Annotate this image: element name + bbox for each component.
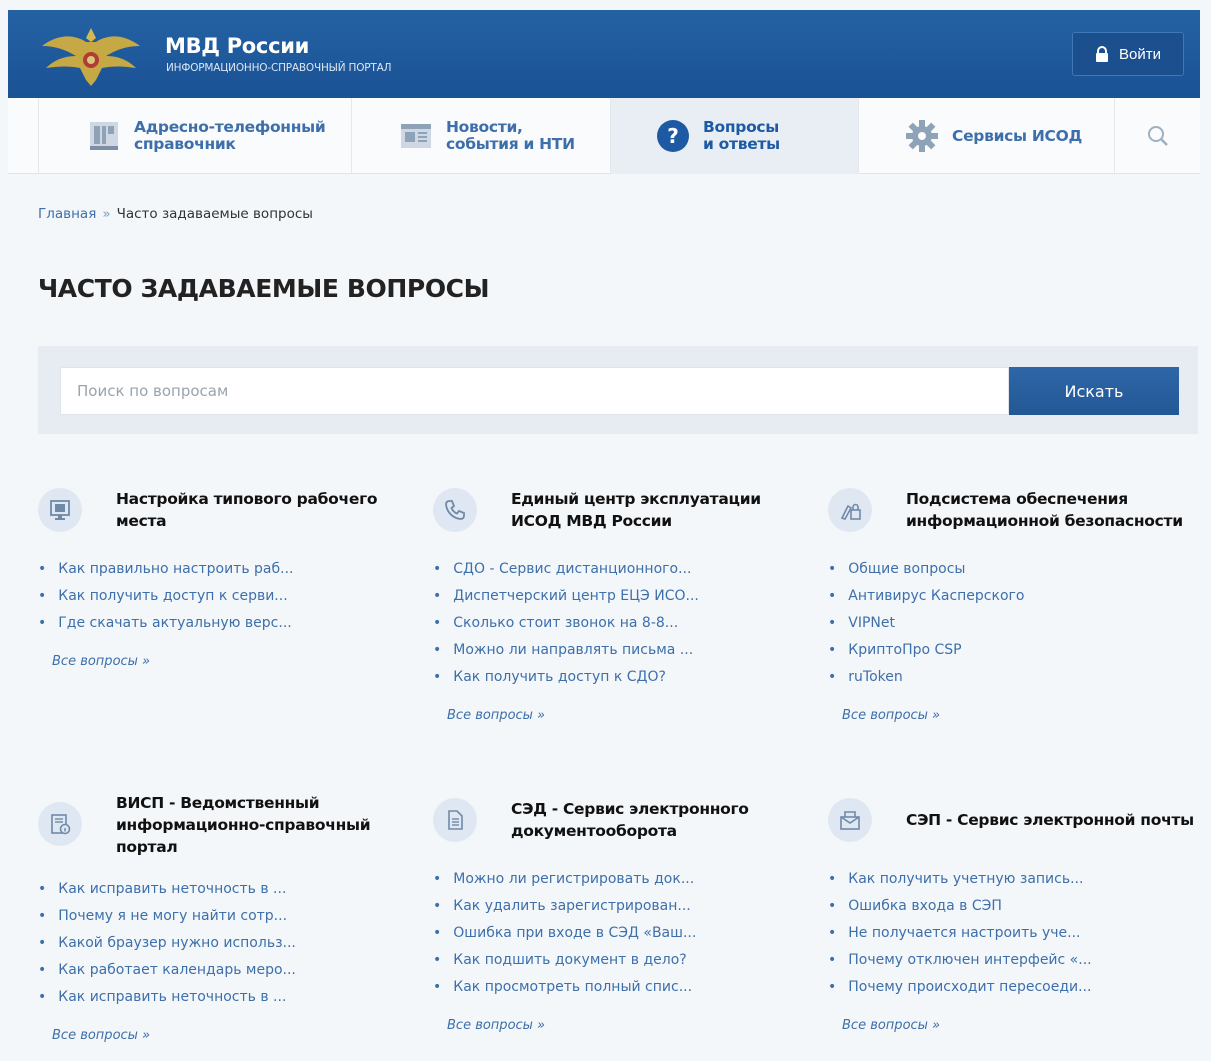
question-link[interactable]: Как исправить неточность в ... bbox=[38, 878, 296, 905]
gear-icon bbox=[906, 120, 938, 152]
question-link[interactable]: ruToken bbox=[828, 666, 1024, 693]
category-title[interactable]: Настройка типового рабочего места bbox=[116, 488, 406, 532]
building-icon bbox=[90, 122, 118, 150]
newspaper-icon bbox=[401, 124, 431, 148]
monitor-icon bbox=[38, 488, 82, 532]
nav-item-isod-services[interactable]: Сервисы ИСОД bbox=[904, 98, 1114, 174]
question-link[interactable]: Можно ли регистрировать док... bbox=[433, 868, 696, 895]
emblem-eagle-icon[interactable] bbox=[36, 20, 146, 90]
nav-label-line1: Новости, bbox=[446, 118, 523, 136]
question-link[interactable]: Как просмотреть полный спис... bbox=[433, 976, 696, 1003]
question-link[interactable]: Диспетчерский центр ЕЦЭ ИСО... bbox=[433, 585, 699, 612]
login-button[interactable]: Войти bbox=[1072, 32, 1184, 76]
nav-item-address-book[interactable]: Адресно-телефонный справочник bbox=[86, 98, 351, 174]
nav-label-line1: Сервисы ИСОД bbox=[952, 126, 1082, 145]
all-questions-link[interactable]: Все вопросы » bbox=[842, 1018, 940, 1033]
question-list: Как получить учетную запись... Ошибка вх… bbox=[828, 868, 1092, 1003]
question-link[interactable]: Антивирус Касперского bbox=[828, 585, 1024, 612]
question-link[interactable]: Почему отключен интерфейс «... bbox=[828, 949, 1091, 976]
site-header: МВД России ИНФОРМАЦИОННО-СПРАВОЧНЫЙ ПОРТ… bbox=[8, 10, 1200, 98]
nav-label-line2: справочник bbox=[134, 135, 236, 153]
nav-label-line2: и ответы bbox=[703, 135, 780, 153]
document-icon bbox=[433, 798, 477, 842]
question-link[interactable]: Как удалить зарегистрирован... bbox=[433, 895, 696, 922]
nav-divider bbox=[858, 98, 859, 174]
breadcrumb-current: Часто задаваемые вопросы bbox=[116, 206, 313, 222]
mail-icon bbox=[828, 798, 872, 842]
question-list: Можно ли регистрировать док... Как удали… bbox=[433, 868, 696, 1003]
question-link[interactable]: СДО - Сервис дистанционного... bbox=[433, 558, 699, 585]
all-questions-link[interactable]: Все вопросы » bbox=[842, 708, 940, 723]
site-title[interactable]: МВД России bbox=[165, 34, 309, 58]
question-link[interactable]: Сколько стоит звонок на 8-8... bbox=[433, 612, 699, 639]
nav-divider bbox=[351, 98, 352, 174]
question-list: Общие вопросы Антивирус Касперского VIPN… bbox=[828, 558, 1024, 693]
question-link[interactable]: Где скачать актуальную верс... bbox=[38, 612, 293, 639]
question-link[interactable]: Как правильно настроить раб... bbox=[38, 558, 293, 585]
category-title[interactable]: Подсистема обеспечения информационной бе… bbox=[906, 488, 1196, 532]
nav-divider bbox=[38, 98, 39, 174]
nav-label-line1: Вопросы bbox=[703, 118, 780, 136]
question-link[interactable]: Общие вопросы bbox=[828, 558, 1024, 585]
category-title[interactable]: СЭД - Сервис электронного документооборо… bbox=[511, 798, 801, 842]
all-questions-link[interactable]: Все вопросы » bbox=[52, 654, 150, 669]
search-icon bbox=[1147, 126, 1168, 146]
question-list: Как правильно настроить раб... Как получ… bbox=[38, 558, 293, 639]
faq-search-input[interactable] bbox=[60, 367, 1009, 415]
all-questions-link[interactable]: Все вопросы » bbox=[447, 708, 545, 723]
question-link[interactable]: VIPNet bbox=[828, 612, 1024, 639]
question-link[interactable]: КриптоПро CSP bbox=[828, 639, 1024, 666]
category-title[interactable]: ВИСП - Ведомственный информационно-справ… bbox=[116, 792, 406, 858]
phone-icon bbox=[433, 488, 477, 532]
site-subtitle: ИНФОРМАЦИОННО-СПРАВОЧНЫЙ ПОРТАЛ bbox=[166, 62, 392, 74]
svg-text:?: ? bbox=[667, 124, 679, 148]
question-link[interactable]: Ошибка входа в СЭП bbox=[828, 895, 1092, 922]
question-icon: ? bbox=[657, 120, 689, 152]
category-title[interactable]: Единый центр эксплуатации ИСОД МВД Росси… bbox=[511, 488, 801, 532]
page-title: ЧАСТО ЗАДАВАЕМЫЕ ВОПРОСЫ bbox=[38, 274, 490, 303]
nav-search-button[interactable] bbox=[1115, 98, 1200, 174]
nav-label-line1: Адресно-телефонный bbox=[134, 118, 326, 136]
lock-icon bbox=[1096, 46, 1108, 62]
breadcrumb-home-link[interactable]: Главная bbox=[38, 206, 96, 222]
question-link[interactable]: Ошибка при входе в СЭД «Ваш... bbox=[433, 922, 696, 949]
category-title[interactable]: СЭП - Сервис электронной почты bbox=[906, 809, 1196, 831]
question-link[interactable]: Почему я не могу найти сотр... bbox=[38, 905, 296, 932]
question-link[interactable]: Как получить учетную запись... bbox=[828, 868, 1092, 895]
breadcrumb: Главная » Часто задаваемые вопросы bbox=[38, 206, 313, 222]
question-link[interactable]: Как подшить документ в дело? bbox=[433, 949, 696, 976]
question-list: Как исправить неточность в ... Почему я … bbox=[38, 878, 296, 1013]
main-nav: Адресно-телефонный справочник Новости, с… bbox=[8, 98, 1200, 174]
login-label: Войти bbox=[1119, 45, 1161, 63]
faq-search-button[interactable]: Искать bbox=[1009, 367, 1179, 415]
nav-label-line2: события и НТИ bbox=[446, 135, 575, 153]
nav-item-news[interactable]: Новости, события и НТИ bbox=[398, 98, 610, 174]
question-link[interactable]: Какой браузер нужно использ... bbox=[38, 932, 296, 959]
faq-search-panel: Искать bbox=[38, 346, 1198, 434]
portal-info-icon bbox=[38, 802, 82, 846]
question-link[interactable]: Не получается настроить уче... bbox=[828, 922, 1092, 949]
question-link[interactable]: Как исправить неточность в ... bbox=[38, 986, 296, 1013]
question-list: СДО - Сервис дистанционного... Диспетчер… bbox=[433, 558, 699, 693]
question-link[interactable]: Можно ли направлять письма ... bbox=[433, 639, 699, 666]
nav-item-faq[interactable]: ? Вопросы и ответы bbox=[611, 98, 858, 174]
breadcrumb-separator: » bbox=[102, 206, 111, 222]
all-questions-link[interactable]: Все вопросы » bbox=[447, 1018, 545, 1033]
question-link[interactable]: Почему происходит пересоеди... bbox=[828, 976, 1092, 1003]
question-link[interactable]: Как получить доступ к СДО? bbox=[433, 666, 699, 693]
security-icon bbox=[828, 488, 872, 532]
all-questions-link[interactable]: Все вопросы » bbox=[52, 1028, 150, 1043]
question-link[interactable]: Как работает календарь меро... bbox=[38, 959, 296, 986]
question-link[interactable]: Как получить доступ к серви... bbox=[38, 585, 293, 612]
